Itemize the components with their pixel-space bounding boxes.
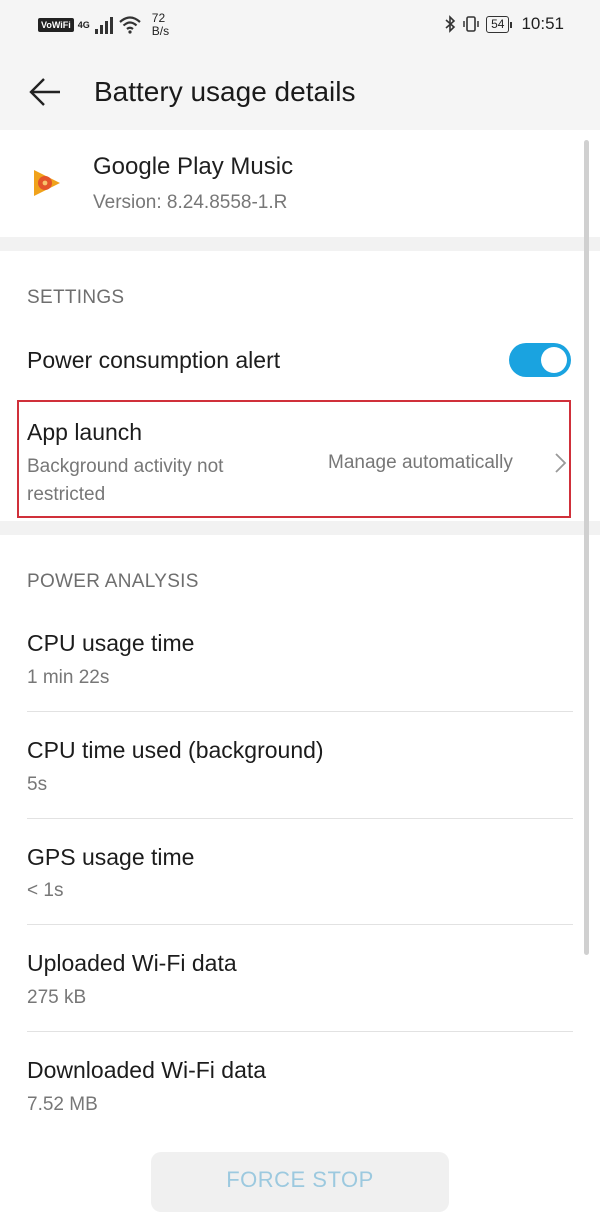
app-launch-sub-1: Background activity not <box>27 456 224 477</box>
power-analysis-header: POWER ANALYSIS <box>27 571 199 592</box>
scrollbar[interactable] <box>584 140 589 955</box>
power-alert-toggle[interactable] <box>509 343 571 377</box>
app-version: Version: 8.24.8558-1.R <box>93 192 288 213</box>
cpu-usage-value: 1 min 22s <box>27 667 110 688</box>
uploaded-wifi-label: Uploaded Wi-Fi data <box>27 950 237 976</box>
battery-indicator: 54 <box>486 15 513 33</box>
settings-header: SETTINGS <box>27 287 125 308</box>
wifi-icon <box>119 16 141 34</box>
gps-usage-value: < 1s <box>27 880 64 901</box>
cpu-background-value: 5s <box>27 774 48 795</box>
divider <box>27 711 573 712</box>
chevron-right-icon <box>555 453 567 473</box>
divider <box>27 818 573 819</box>
divider <box>27 1031 573 1032</box>
app-name: Google Play Music <box>93 153 294 180</box>
cell-signal-icon <box>94 17 113 34</box>
toggle-knob <box>541 347 567 373</box>
app-launch-label: App launch <box>27 419 143 445</box>
speed-unit: B/s <box>151 24 170 38</box>
app-launch-sub-2: restricted <box>27 484 106 505</box>
force-stop-label: FORCE STOP <box>226 1167 374 1192</box>
app-info: Google Play Music Version: 8.24.8558-1.R <box>0 130 600 237</box>
network-type: 4G <box>77 19 90 30</box>
force-stop-button[interactable]: FORCE STOP <box>151 1152 449 1212</box>
page-title: Battery usage details <box>94 76 356 107</box>
section-gap-2 <box>0 521 600 535</box>
downloaded-wifi-value: 7.52 MB <box>27 1094 98 1115</box>
network-speed: 72 B/s <box>152 12 169 38</box>
power-alert-label: Power consumption alert <box>27 347 281 373</box>
cpu-background-label: CPU time used (background) <box>27 737 324 763</box>
toolbar: Battery usage details <box>0 60 600 124</box>
google-play-music-icon <box>34 170 60 196</box>
uploaded-wifi-value: 275 kB <box>27 987 87 1008</box>
cpu-usage-label: CPU usage time <box>27 630 195 656</box>
status-left: VoWiFi 4G 72 B/s <box>38 12 169 38</box>
section-gap <box>0 237 600 251</box>
downloaded-wifi-label: Downloaded Wi-Fi data <box>27 1057 267 1083</box>
gps-usage-label: GPS usage time <box>27 844 195 870</box>
back-arrow-icon[interactable] <box>28 74 64 110</box>
vowifi-badge: VoWiFi <box>38 18 74 32</box>
vibrate-icon <box>463 16 479 32</box>
status-time: 10:51 <box>521 14 564 33</box>
app-launch-value: Manage automatically <box>328 452 513 473</box>
bluetooth-icon <box>445 15 456 33</box>
divider <box>27 924 573 925</box>
signal-indicator: 4G <box>77 19 90 30</box>
status-bar: VoWiFi 4G 72 B/s 54 10:51 <box>0 0 600 52</box>
speed-value: 72 <box>151 11 166 25</box>
status-right: 54 10:51 <box>444 14 564 34</box>
